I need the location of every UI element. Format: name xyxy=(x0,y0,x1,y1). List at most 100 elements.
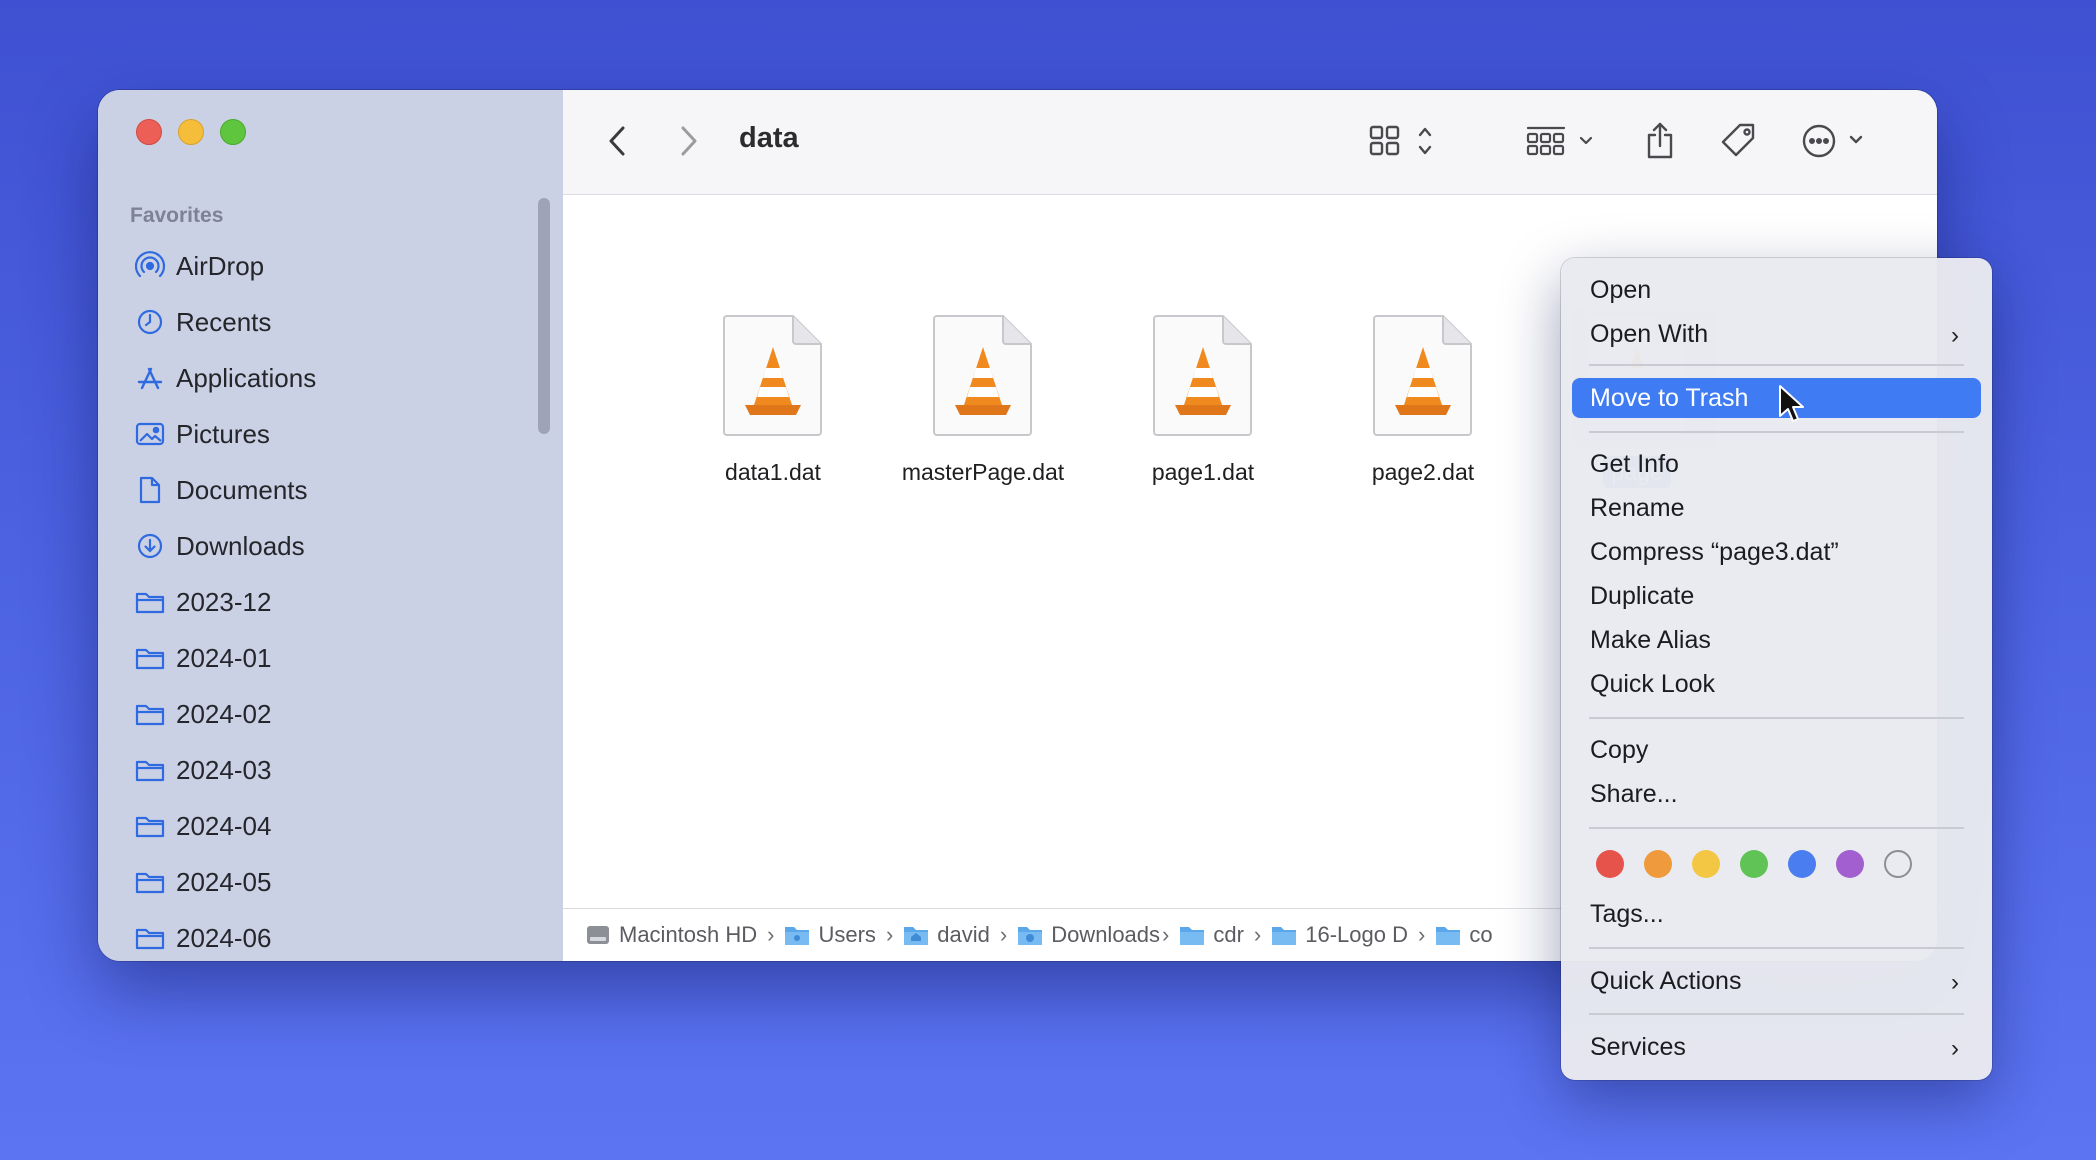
vlc-document-icon xyxy=(931,313,1035,437)
file-item[interactable]: page1.dat xyxy=(1103,313,1303,486)
sidebar-item-2024-02[interactable]: 2024-02 xyxy=(98,686,563,742)
sidebar-item-applications[interactable]: Applications xyxy=(98,350,563,406)
close-button[interactable] xyxy=(136,119,162,145)
sidebar-item-documents[interactable]: Documents xyxy=(98,462,563,518)
sidebar-item-2024-01[interactable]: 2024-01 xyxy=(98,630,563,686)
share-button[interactable] xyxy=(1641,118,1679,164)
group-icon xyxy=(1526,126,1593,156)
sidebar-item-label: Downloads xyxy=(176,530,305,561)
menu-item-label: Rename xyxy=(1590,493,1685,522)
menu-item-make-alias[interactable]: Make Alias xyxy=(1572,620,1981,660)
tag-purple-button[interactable] xyxy=(1836,850,1864,878)
path-item-cdr[interactable]: cdr › xyxy=(1179,922,1271,948)
document-icon xyxy=(134,474,166,506)
menu-item-open[interactable]: Open xyxy=(1572,270,1981,310)
chevron-right-icon: › xyxy=(1951,1035,1959,1062)
folder-icon xyxy=(134,866,166,898)
forward-button[interactable] xyxy=(671,118,705,164)
menu-item-label: Duplicate xyxy=(1590,581,1695,610)
folder-icon xyxy=(1436,927,1461,945)
file-item[interactable]: masterPage.dat xyxy=(883,313,1083,486)
chevron-right-icon: › xyxy=(1951,969,1959,996)
sidebar: Favorites AirDrop Recents Applications P… xyxy=(98,90,564,961)
menu-item-label: Make Alias xyxy=(1590,625,1711,654)
menu-item-compress[interactable]: Compress “page3.dat” xyxy=(1572,532,1981,572)
path-item-macintosh-hd[interactable]: Macintosh HD › xyxy=(585,922,784,948)
sidebar-list: AirDrop Recents Applications Pictures Do… xyxy=(98,238,563,961)
clock-icon xyxy=(134,306,166,338)
folder-icon xyxy=(134,586,166,618)
tag-blue-button[interactable] xyxy=(1788,850,1816,878)
toolbar: data xyxy=(563,90,1937,195)
sidebar-item-2024-05[interactable]: 2024-05 xyxy=(98,854,563,910)
menu-item-quick-look[interactable]: Quick Look xyxy=(1572,664,1981,704)
chevron-right-icon: › xyxy=(1951,322,1959,349)
photo-icon xyxy=(134,418,166,450)
path-item-downloads[interactable]: Downloads › xyxy=(1017,922,1179,948)
path-item-16-logo[interactable]: 16-Logo D › xyxy=(1271,922,1435,948)
sidebar-item-recents[interactable]: Recents xyxy=(98,294,563,350)
menu-separator xyxy=(1589,1013,1964,1015)
chevron-right-icon: › xyxy=(767,922,775,947)
sidebar-item-pictures[interactable]: Pictures xyxy=(98,406,563,462)
menu-item-duplicate[interactable]: Duplicate xyxy=(1572,576,1981,616)
file-item[interactable]: page2.dat xyxy=(1323,313,1523,486)
menu-separator xyxy=(1589,364,1964,366)
tag-gray-button[interactable] xyxy=(1884,850,1912,878)
sidebar-item-2023-12[interactable]: 2023-12 xyxy=(98,574,563,630)
sidebar-item-label: 2024-06 xyxy=(176,922,272,953)
menu-item-share[interactable]: Share... xyxy=(1572,774,1981,814)
menu-item-move-to-trash[interactable]: Move to Trash xyxy=(1572,378,1981,418)
sidebar-item-label: Recents xyxy=(176,306,272,337)
menu-item-quick-actions[interactable]: Quick Actions › xyxy=(1572,961,1981,1001)
group-button[interactable] xyxy=(1525,118,1601,164)
sidebar-item-airdrop[interactable]: AirDrop xyxy=(98,238,563,294)
sidebar-item-label: 2024-01 xyxy=(176,642,272,673)
menu-item-label: Compress “page3.dat” xyxy=(1590,537,1839,566)
folder-icon xyxy=(134,810,166,842)
sidebar-item-2024-03[interactable]: 2024-03 xyxy=(98,742,563,798)
folder-icon xyxy=(785,927,810,945)
tag-icon xyxy=(1721,123,1755,157)
home-folder-icon xyxy=(904,927,929,945)
minimize-button[interactable] xyxy=(178,119,204,145)
file-name: masterPage.dat xyxy=(901,459,1065,485)
menu-item-tags[interactable]: Tags... xyxy=(1572,894,1981,934)
menu-separator xyxy=(1589,717,1964,719)
applications-icon xyxy=(134,362,166,394)
sidebar-item-2024-04[interactable]: 2024-04 xyxy=(98,798,563,854)
sidebar-item-2024-06[interactable]: 2024-06 xyxy=(98,910,563,961)
menu-item-services[interactable]: Services › xyxy=(1572,1027,1981,1067)
menu-item-open-with[interactable]: Open With › xyxy=(1572,314,1981,354)
chevron-right-icon: › xyxy=(1162,922,1170,947)
menu-item-get-info[interactable]: Get Info xyxy=(1572,444,1981,484)
sidebar-item-downloads[interactable]: Downloads xyxy=(98,518,563,574)
vlc-document-icon xyxy=(1371,313,1475,437)
file-item[interactable]: data1.dat xyxy=(673,313,873,486)
tag-red-button[interactable] xyxy=(1596,850,1624,878)
back-button[interactable] xyxy=(601,118,635,164)
sidebar-scrollbar[interactable] xyxy=(538,198,550,434)
path-item-users[interactable]: Users › xyxy=(784,922,903,948)
folder-icon xyxy=(134,922,166,954)
path-item-co[interactable]: co xyxy=(1435,922,1493,948)
more-actions-button[interactable] xyxy=(1801,118,1877,164)
tag-yellow-button[interactable] xyxy=(1692,850,1720,878)
menu-item-label: Get Info xyxy=(1590,449,1679,478)
path-item-label: cdr xyxy=(1213,922,1244,947)
folder-icon xyxy=(1272,927,1297,945)
sidebar-item-label: 2024-02 xyxy=(176,698,272,729)
view-mode-button[interactable] xyxy=(1363,118,1443,164)
tags-button[interactable] xyxy=(1717,118,1761,164)
menu-item-label: Quick Actions xyxy=(1590,966,1742,995)
sidebar-item-label: Applications xyxy=(176,362,317,393)
tag-green-button[interactable] xyxy=(1740,850,1768,878)
menu-item-copy[interactable]: Copy xyxy=(1572,730,1981,770)
tag-orange-button[interactable] xyxy=(1644,850,1672,878)
chevron-right-icon: › xyxy=(1418,922,1426,947)
zoom-button[interactable] xyxy=(220,119,246,145)
menu-item-rename[interactable]: Rename xyxy=(1572,488,1981,528)
menu-item-label: Copy xyxy=(1590,735,1649,764)
airdrop-icon xyxy=(134,250,166,282)
path-item-david[interactable]: david › xyxy=(903,922,1017,948)
